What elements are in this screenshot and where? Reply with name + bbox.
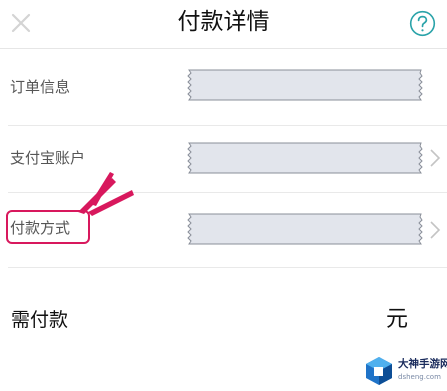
amount-due-label: 需付款 [11,309,69,331]
payment-method-label: 付款方式 [10,219,71,237]
watermark-url: dsheng.com [398,373,441,381]
redacted-value [187,69,423,101]
redacted-value [187,142,423,174]
site-watermark: 大神手游网 dsheng.com [360,352,447,391]
page-title: 付款详情 [177,9,270,35]
order-info-label: 订单信息 [10,78,71,96]
row-divider [8,267,447,268]
alipay-account-row[interactable]: 支付宝账户 [0,126,447,192]
watermark-text: 大神手游网 [398,358,447,370]
emphasis-burst-icon [78,172,134,216]
chevron-right-icon [430,149,441,167]
question-circle-icon[interactable] [409,10,436,37]
amount-unit: 元 [386,307,409,332]
order-info-row: 订单信息 [0,49,447,125]
nav-header: 付款详情 [0,0,447,49]
cube-logo-icon [366,357,392,385]
alipay-account-label: 支付宝账户 [10,149,86,167]
chevron-right-icon [430,221,441,239]
redacted-value [187,213,423,245]
